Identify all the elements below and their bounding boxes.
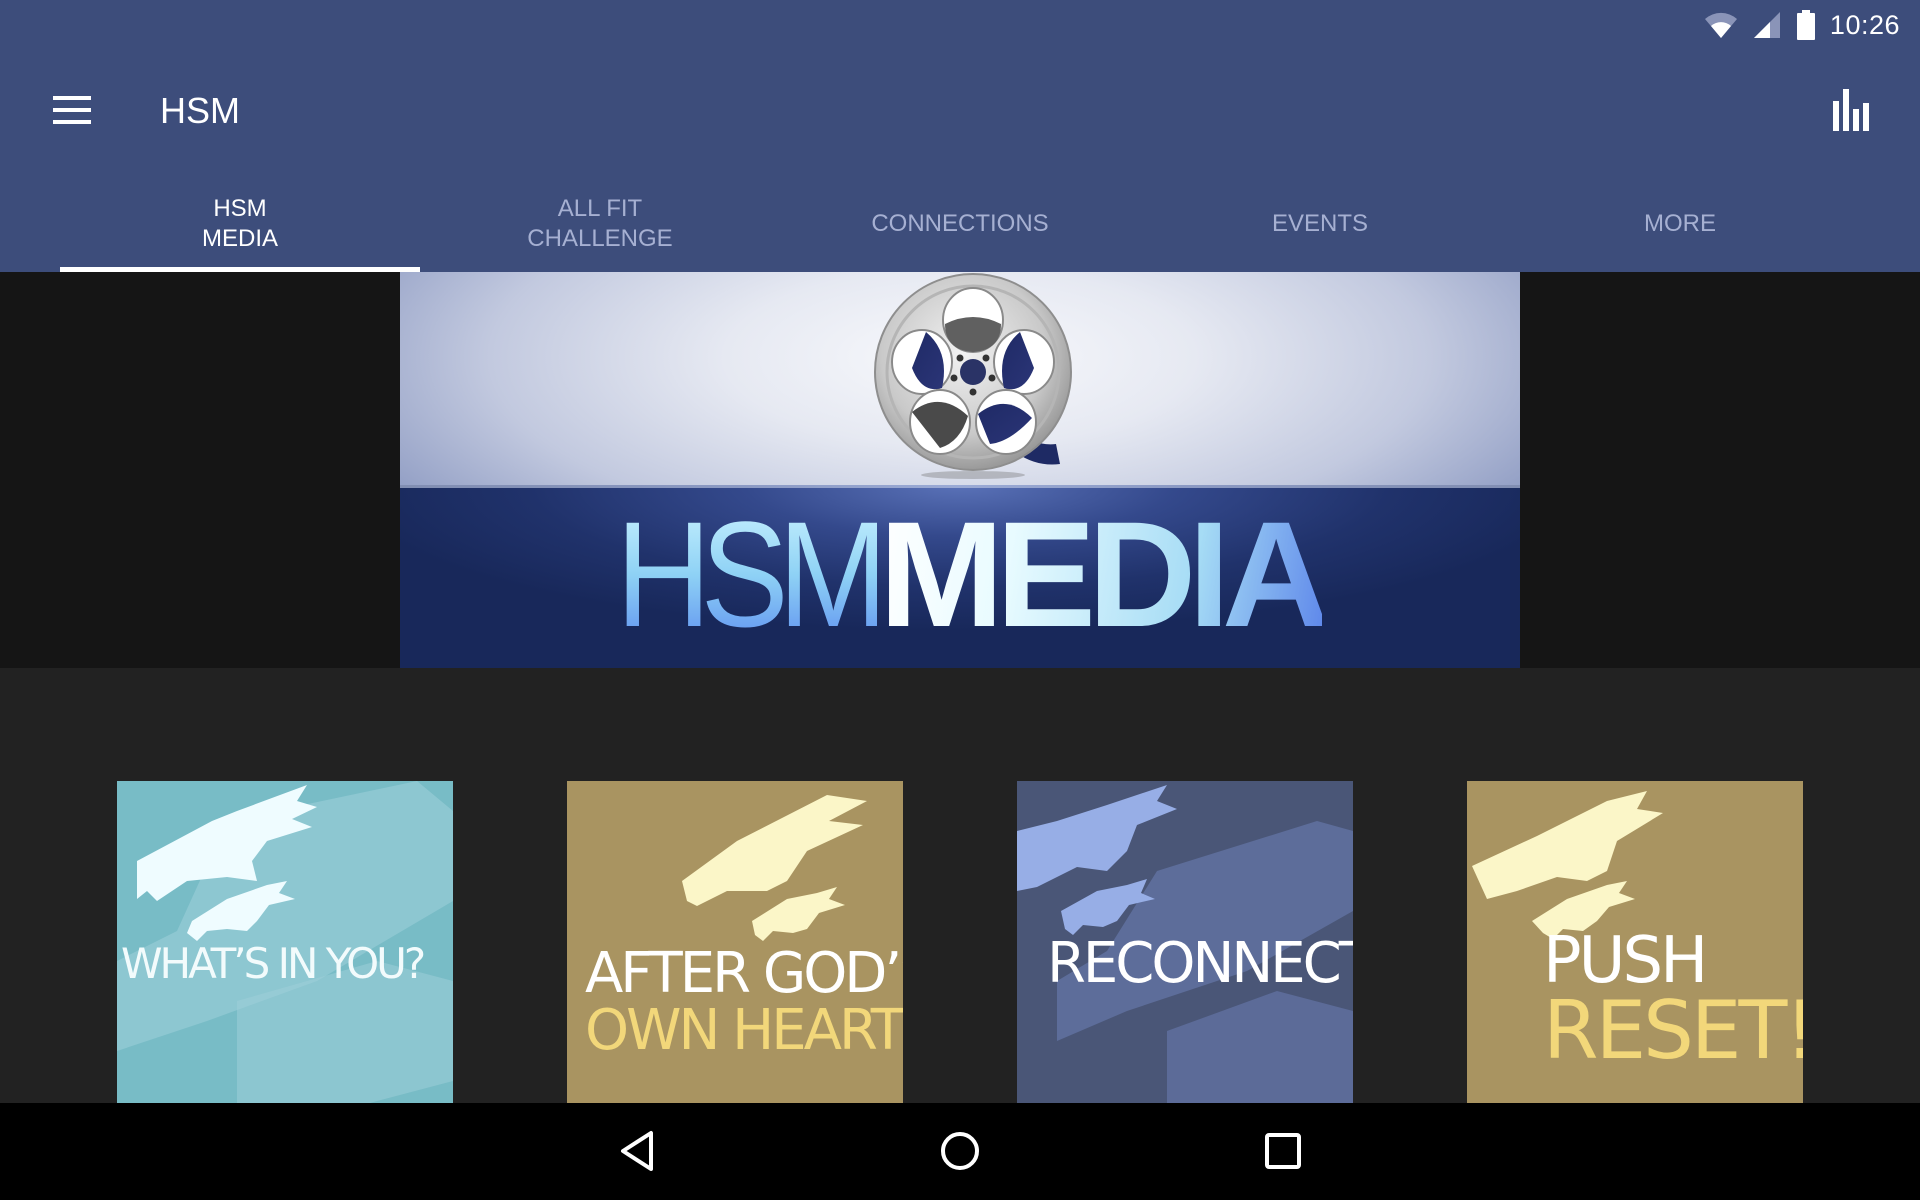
series-grid: WHAT’S IN YOU? AFTER GOD’S OWN HEART REC… [0,668,1920,1117]
series-tile-after-gods-own-heart[interactable]: AFTER GOD’S OWN HEART [567,781,903,1117]
tile-title-line2: OWN HEART [585,998,903,1063]
series-tile-push-reset[interactable]: PUSH RESET! [1467,781,1803,1117]
tile-title-line2: RESET! [1543,984,1803,1077]
banner-row: HSM MEDIA [0,272,1920,668]
tab-connections[interactable]: CONNECTIONS [780,180,1140,272]
stats-button[interactable] [1824,84,1880,140]
recents-button[interactable] [1243,1123,1323,1183]
top-bar: 10:26 HSM HSM MEDIA ALL FIT CHALLENGE CO… [0,0,1920,272]
series-tile-reconnect[interactable]: RECONNECT [1017,781,1353,1117]
hsm-media-wordmark: HSM MEDIA [400,494,1520,654]
tile-title: RECONNECT [1047,931,1353,996]
app-screen: 10:26 HSM HSM MEDIA ALL FIT CHALLENGE CO… [0,0,1920,1200]
tile-title-line1: AFTER GOD’S [585,941,903,1006]
cell-signal-icon [1752,11,1782,39]
tile-title: WHAT’S IN YOU? [121,939,426,988]
recents-square-icon [1264,1132,1302,1175]
status-time: 10:26 [1829,9,1900,40]
hamburger-menu-icon [53,95,91,129]
tab-label: EVENTS [1271,210,1369,237]
hsm-media-banner[interactable]: HSM MEDIA [400,272,1520,668]
tab-label: CONNECTIONS [871,210,1049,237]
tab-events[interactable]: EVENTS [1140,180,1500,272]
back-button[interactable] [597,1123,677,1183]
tab-label: ALL FIT CHALLENGE [527,195,673,252]
home-circle-icon [939,1130,981,1177]
tab-bar: HSM MEDIA ALL FIT CHALLENGE CONNECTIONS … [60,180,1860,272]
wifi-icon [1704,11,1738,39]
tab-hsm-media[interactable]: HSM MEDIA [60,180,420,272]
app-bar: HSM [0,62,1920,162]
system-nav-bar [0,1103,1920,1200]
home-button[interactable] [920,1123,1000,1183]
tab-label: HSM MEDIA [201,195,278,252]
battery-icon [1796,10,1816,40]
tab-more[interactable]: MORE [1500,180,1860,272]
back-triangle-icon [619,1130,655,1177]
bar-chart-icon [1833,88,1871,136]
wordmark-bold: MEDIA [879,490,1330,658]
wordmark-thin: HSM [615,490,888,658]
series-tile-whats-in-you[interactable]: WHAT’S IN YOU? [117,781,453,1117]
app-title: HSM [160,90,240,131]
tab-all-fit-challenge[interactable]: ALL FIT CHALLENGE [420,180,780,272]
film-reel-icon [860,272,1100,482]
tab-label: MORE [1644,210,1716,237]
menu-button[interactable] [44,88,100,136]
status-bar: 10:26 [1704,0,1920,50]
